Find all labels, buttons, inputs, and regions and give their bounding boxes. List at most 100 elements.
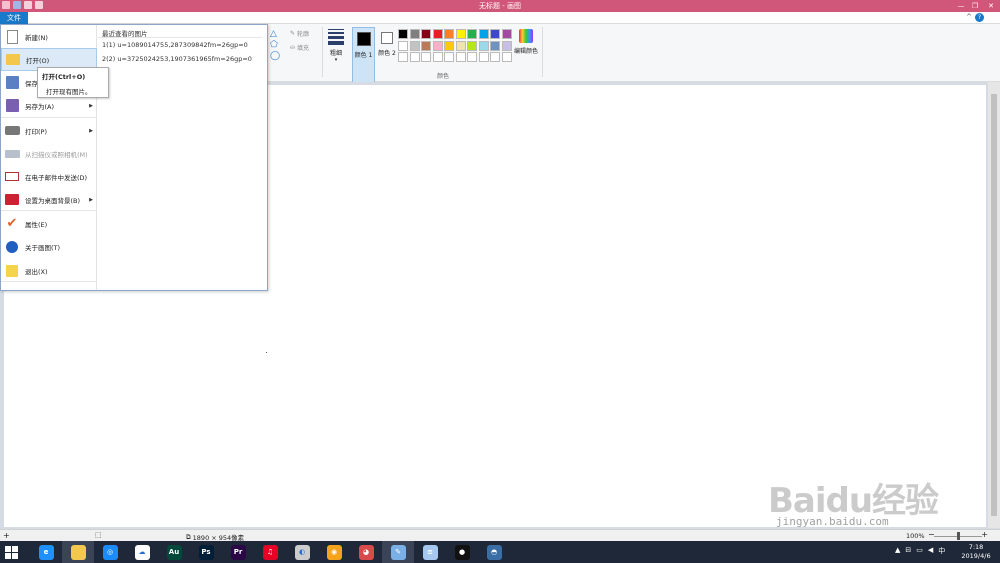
- zoom-out-button[interactable]: −: [928, 530, 935, 539]
- divider: [322, 27, 323, 77]
- windows-start-icon[interactable]: [5, 546, 18, 559]
- thickness-lines-icon: [328, 29, 344, 45]
- file-menu-item[interactable]: 新建(N): [1, 25, 97, 48]
- chat-icon[interactable]: ▭: [916, 546, 923, 556]
- thickness-button[interactable]: 粗细 ▾: [326, 29, 346, 63]
- file-menu-item[interactable]: 在电子邮件中发送(D): [1, 165, 97, 188]
- clock[interactable]: 7:18 2019/4/6: [958, 543, 994, 561]
- palette-color-swatch[interactable]: [467, 29, 477, 39]
- audition-icon: Au: [166, 544, 182, 560]
- taskbar-app[interactable]: ◎: [94, 541, 126, 563]
- file-menu-item-label: 属性(E): [25, 220, 48, 229]
- zoom-in-button[interactable]: +: [981, 530, 988, 539]
- minimize-button[interactable]: —: [954, 0, 968, 12]
- file-tab[interactable]: 文件: [0, 12, 28, 24]
- palette-color-swatch[interactable]: [490, 40, 500, 51]
- palette-color-swatch[interactable]: [455, 52, 466, 62]
- color2-button[interactable]: 颜色 2: [377, 27, 397, 57]
- baidu-netdisk-icon: ☁: [134, 544, 150, 560]
- file-menu-item[interactable]: ✔ 属性(E): [1, 212, 97, 235]
- palette-color-swatch[interactable]: [398, 52, 408, 62]
- palette-color-swatch[interactable]: [467, 40, 477, 51]
- taskbar-app[interactable]: ☁: [126, 541, 158, 563]
- vertical-scrollbar[interactable]: [988, 82, 1000, 528]
- file-menu-item[interactable]: 打印(P) ▶: [1, 119, 97, 142]
- volume-icon[interactable]: ◀: [928, 546, 933, 556]
- triangle-shape-icon[interactable]: △: [270, 30, 290, 39]
- recent-item[interactable]: 1(1) u=1089014755,287309842fm=26gp=0: [98, 38, 268, 52]
- file-menu-item[interactable]: 设置为桌面背景(B) ▶: [1, 188, 97, 211]
- palette-color-swatch[interactable]: [478, 29, 489, 39]
- palette-color-swatch[interactable]: [398, 40, 408, 51]
- chevron-down-icon: ▾: [334, 57, 338, 63]
- taskbar-app[interactable]: ◕: [350, 541, 382, 563]
- palette-color-swatch[interactable]: [398, 29, 408, 39]
- callout-shape-icon[interactable]: ◯: [270, 52, 290, 61]
- palette-color-swatch[interactable]: [455, 40, 466, 51]
- palette-color-swatch[interactable]: [432, 29, 443, 39]
- status-bar: + ⬚ ⧉ 1890 × 954像素 100% − +: [0, 529, 1000, 542]
- window-title: 无标题 - 画图: [479, 2, 521, 10]
- taskbar-app[interactable]: Ps: [190, 541, 222, 563]
- palette-color-swatch[interactable]: [467, 52, 477, 62]
- netease-music-icon: ♫: [262, 544, 278, 560]
- taskbar-app[interactable]: ◐: [286, 541, 318, 563]
- zoom-slider-knob[interactable]: [957, 532, 960, 540]
- taskbar-app[interactable]: [62, 541, 94, 563]
- taskbar-app[interactable]: Au: [158, 541, 190, 563]
- palette-color-swatch[interactable]: [432, 52, 443, 62]
- palette-color-swatch[interactable]: [455, 29, 466, 39]
- file-menu-item-label: 打开(O): [26, 56, 50, 65]
- palette-color-swatch[interactable]: [432, 40, 443, 51]
- taskbar-app[interactable]: ●: [446, 541, 478, 563]
- ime-icon[interactable]: 中: [938, 546, 945, 556]
- exit-icon: [4, 263, 20, 279]
- scrollbar-thumb[interactable]: [991, 94, 997, 516]
- palette-color-swatch[interactable]: [490, 29, 500, 39]
- properties-check-icon: ✔: [6, 216, 18, 231]
- restore-button[interactable]: ❐: [968, 0, 982, 12]
- edit-colors-button[interactable]: 编辑颜色: [512, 29, 540, 55]
- shapes-gallery[interactable]: △ ⬠ ◯: [270, 30, 290, 61]
- help-icon[interactable]: ?: [975, 13, 984, 22]
- email-icon: [4, 169, 20, 185]
- palette-color-swatch[interactable]: [409, 29, 420, 39]
- palette-color-swatch[interactable]: [501, 52, 512, 62]
- taskbar-app[interactable]: ≡: [414, 541, 446, 563]
- taskbar-app[interactable]: e: [30, 541, 62, 563]
- taskbar-app[interactable]: ◉: [318, 541, 350, 563]
- recent-pictures-title: 最近查看的图片: [98, 25, 262, 38]
- palette-color-swatch[interactable]: [409, 52, 420, 62]
- tray-chevron-icon[interactable]: ▲: [895, 546, 900, 556]
- palette-color-swatch[interactable]: [490, 52, 500, 62]
- palette-color-swatch[interactable]: [501, 29, 512, 39]
- palette-color-swatch[interactable]: [409, 40, 420, 51]
- fill-button[interactable]: ⛀ 填充: [290, 43, 309, 52]
- close-button[interactable]: ✕: [982, 0, 1000, 12]
- taskbar-app[interactable]: ◓: [478, 541, 510, 563]
- canvas-dot: [266, 352, 267, 353]
- palette-color-swatch[interactable]: [444, 40, 454, 51]
- recent-item[interactable]: 2(2) u=3725024253,1907361965fm=26gp=0: [98, 52, 268, 66]
- palette-color-swatch[interactable]: [444, 29, 454, 39]
- chevron-up-icon[interactable]: ^: [966, 13, 972, 21]
- taskbar-app[interactable]: ✎: [382, 541, 414, 563]
- palette-color-swatch[interactable]: [501, 40, 512, 51]
- taskbar-app[interactable]: Pr: [222, 541, 254, 563]
- taskbar-app[interactable]: ♫: [254, 541, 286, 563]
- palette-color-swatch[interactable]: [421, 29, 431, 39]
- file-menu-item[interactable]: 关于画图(T): [1, 235, 97, 258]
- palette-color-swatch[interactable]: [478, 52, 489, 62]
- palette-color-swatch[interactable]: [478, 40, 489, 51]
- color-wheel-icon: [519, 29, 533, 43]
- outline-button[interactable]: ✎ 轮廓: [290, 29, 309, 38]
- recorder-icon: ●: [454, 544, 470, 560]
- file-menu-item[interactable]: 退出(X): [1, 259, 97, 282]
- palette-color-swatch[interactable]: [444, 52, 454, 62]
- pentagon-shape-icon[interactable]: ⬠: [270, 41, 290, 50]
- network-icon[interactable]: ⊟: [905, 546, 911, 556]
- palette-color-swatch[interactable]: [421, 40, 431, 51]
- zoom-slider[interactable]: − +: [928, 530, 988, 540]
- palette-color-swatch[interactable]: [421, 52, 431, 62]
- window-controls: — ❐ ✕: [954, 0, 1000, 12]
